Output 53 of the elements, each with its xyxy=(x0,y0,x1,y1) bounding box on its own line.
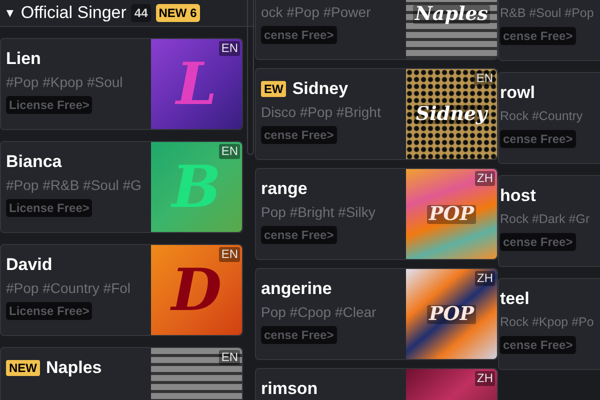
new-badge: EW xyxy=(261,81,286,97)
language-badge: EN xyxy=(219,246,240,262)
genre-tags: Pop #Cpop #Clear xyxy=(261,302,406,322)
singer-name: host xyxy=(500,185,536,208)
singer-card[interactable]: EW Sidney Disco #Pop #Bright cense Free> EN Sidney xyxy=(255,68,498,160)
singer-card[interactable]: rowl Rock #Country cense Free> xyxy=(498,72,600,164)
cover-title: L xyxy=(174,54,218,112)
cover-title: POP xyxy=(426,204,476,224)
genre-tags: #Pop #R&B #Soul #G xyxy=(6,174,151,194)
language-badge: EN xyxy=(219,144,240,158)
singer-card[interactable]: range Pop #Bright #Silky cense Free> ZH POP xyxy=(255,168,498,260)
singer-name: range xyxy=(261,178,308,200)
singer-name: Bianca xyxy=(6,150,62,173)
genre-tags: #Pop #Kpop #Soul xyxy=(6,72,151,92)
genre-tags: Disco #Pop #Bright xyxy=(261,102,406,122)
singer-name: teel xyxy=(500,288,530,310)
genre-tags: ock #Pop #Power xyxy=(261,2,406,22)
new-count-badge: NEW 6 xyxy=(156,4,200,22)
singer-name: Naples xyxy=(46,356,102,379)
singer-name: rowl xyxy=(500,82,535,104)
singer-name: rimson xyxy=(261,378,318,400)
section-header[interactable]: ▼ Official Singer 44 NEW 6 xyxy=(0,0,255,26)
singer-name: David xyxy=(6,254,52,276)
singer-name: Sidney xyxy=(292,78,348,100)
genre-tags: Rock #Dark #Gr xyxy=(500,209,600,229)
singer-card[interactable]: rimson ZH xyxy=(255,368,498,400)
section-title: Official Singer xyxy=(20,2,126,24)
language-badge: EN xyxy=(474,71,495,86)
cover-title: Naples xyxy=(413,4,490,24)
singer-card[interactable]: host Rock #Dark #Gr cense Free> xyxy=(498,175,600,267)
genre-tags: #Pop #Country #Fol xyxy=(6,278,151,298)
singer-card[interactable]: NEW Naples EN xyxy=(0,346,243,400)
scrollbar[interactable] xyxy=(247,0,254,155)
genre-tags: R&B #Soul #Pop xyxy=(500,3,600,23)
cover-title: POP xyxy=(426,304,476,324)
singer-name: Lien xyxy=(6,48,41,70)
language-badge: EN xyxy=(219,350,240,364)
genre-tags: Rock #Country xyxy=(500,106,600,126)
language-badge: EN xyxy=(219,40,240,56)
language-badge: ZH xyxy=(475,371,495,386)
singer-card[interactable]: teel Rock #Kpop #Po cense Free> xyxy=(498,278,600,370)
singer-name: angerine xyxy=(261,278,332,300)
singer-card[interactable]: ock #Pop #Power cense Free> Naples xyxy=(255,0,498,60)
new-badge: NEW xyxy=(6,360,40,376)
cover-title: D xyxy=(169,260,222,318)
genre-tags: Pop #Bright #Silky xyxy=(261,202,406,222)
cover-title: Sidney xyxy=(414,104,490,124)
singer-card[interactable]: angerine Pop #Cpop #Clear cense Free> ZH POP xyxy=(255,268,498,360)
collapse-toggle[interactable]: ▼ xyxy=(4,4,16,22)
genre-tags: Rock #Kpop #Po xyxy=(500,312,600,332)
language-badge: ZH xyxy=(475,171,495,186)
count-badge: 44 xyxy=(131,4,151,22)
language-badge: ZH xyxy=(475,271,495,286)
